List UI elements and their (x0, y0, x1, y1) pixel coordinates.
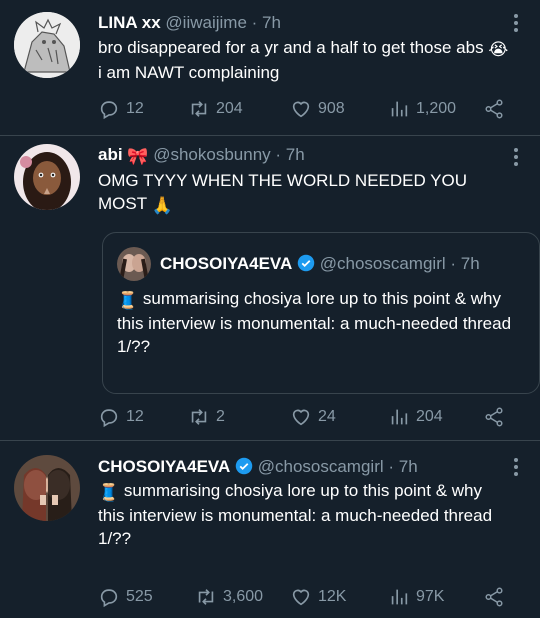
reply-button[interactable]: 12 (98, 405, 144, 429)
like-button[interactable]: 908 (290, 97, 345, 121)
more-icon[interactable] (514, 148, 518, 169)
quoted-avatar[interactable] (117, 247, 151, 281)
timestamp[interactable]: · 7h (252, 13, 281, 32)
quoted-handle[interactable]: @chososcamgirl (320, 254, 446, 273)
handle[interactable]: @chososcamgirl (258, 457, 384, 476)
views-button[interactable]: 97K (388, 585, 444, 609)
tweet-3[interactable]: CHOSOIYA4EVA @chososcamgirl · 7h 🧵 summa… (0, 441, 540, 618)
views-icon (391, 589, 408, 605)
avatar[interactable] (14, 455, 80, 521)
timestamp[interactable]: · 7h (275, 145, 304, 164)
share-icon (485, 99, 503, 119)
handle[interactable]: @iiwaijime (165, 13, 247, 32)
tweet-text: bro disappeared for a yr and a half to g… (98, 38, 509, 82)
thread-emoji: 🧵 (117, 291, 139, 310)
retweet-icon (191, 409, 207, 425)
like-icon (292, 409, 310, 426)
tweet-header: CHOSOIYA4EVA @chososcamgirl · 7h (98, 456, 500, 478)
quoted-timestamp[interactable]: · 7h (450, 254, 479, 273)
pray-emoji: 🙏 (151, 196, 173, 215)
share-icon (485, 407, 503, 427)
tweet-text: OMG TYYY WHEN THE WORLD NEEDED YOU MOST … (98, 171, 468, 215)
share-icon (485, 587, 503, 607)
verified-icon (235, 457, 253, 475)
bow-emoji: 🎀 (127, 147, 149, 166)
quoted-display-name[interactable]: CHOSOIYA4EVA (160, 254, 292, 273)
tweet-actions: 12 2 24 204 (98, 405, 510, 429)
retweet-button[interactable]: 204 (188, 97, 243, 121)
reply-icon (100, 589, 118, 608)
tweet-text: 🧵 summarising chosiya lore up to this po… (98, 481, 493, 548)
reply-icon (100, 409, 118, 428)
retweet-button[interactable]: 3,600 (195, 585, 263, 609)
retweet-icon (198, 589, 214, 605)
more-icon[interactable] (514, 458, 518, 479)
retweet-button[interactable]: 2 (188, 405, 225, 429)
share-button[interactable] (483, 585, 505, 609)
like-button[interactable]: 24 (290, 405, 336, 429)
verified-icon (297, 254, 315, 272)
tweet-2[interactable]: abi 🎀 @shokosbunny · 7h OMG TYYY WHEN TH… (0, 136, 540, 440)
tweet-actions: 525 3,600 12K 97K (98, 585, 510, 609)
display-name[interactable]: LINA xx (98, 13, 161, 32)
share-button[interactable] (483, 97, 505, 121)
display-name[interactable]: abi (98, 145, 123, 164)
tweet-1[interactable]: LINA xx @iiwaijime · 7h bro disappeared … (0, 0, 540, 135)
views-button[interactable]: 1,200 (388, 97, 456, 121)
tweet-header: abi 🎀 @shokosbunny · 7h (98, 144, 500, 168)
like-button[interactable]: 12K (290, 585, 346, 609)
like-icon (292, 589, 310, 606)
tweet-header: LINA xx @iiwaijime · 7h (98, 12, 500, 34)
reply-icon (100, 101, 118, 120)
handle[interactable]: @shokosbunny (153, 145, 270, 164)
quoted-text: 🧵 summarising chosiya lore up to this po… (117, 289, 512, 356)
views-icon (391, 101, 408, 117)
share-button[interactable] (483, 405, 505, 429)
reply-button[interactable]: 12 (98, 97, 144, 121)
reply-button[interactable]: 525 (98, 585, 153, 609)
retweet-icon (191, 101, 207, 117)
tweet-actions: 12 204 908 1,200 (98, 97, 510, 121)
views-button[interactable]: 204 (388, 405, 443, 429)
quoted-tweet[interactable]: CHOSOIYA4EVA @chososcamgirl · 7h 🧵 summa… (102, 232, 540, 394)
views-icon (391, 409, 408, 425)
timestamp[interactable]: · 7h (388, 457, 417, 476)
quoted-header: CHOSOIYA4EVA @chososcamgirl · 7h (160, 254, 480, 274)
avatar[interactable] (14, 12, 80, 78)
display-name[interactable]: CHOSOIYA4EVA (98, 457, 230, 476)
avatar[interactable] (14, 144, 80, 210)
thread-emoji: 🧵 (98, 483, 120, 502)
more-icon[interactable] (514, 14, 518, 35)
crying-emoji: 😭 (488, 40, 509, 59)
like-icon (292, 101, 310, 118)
